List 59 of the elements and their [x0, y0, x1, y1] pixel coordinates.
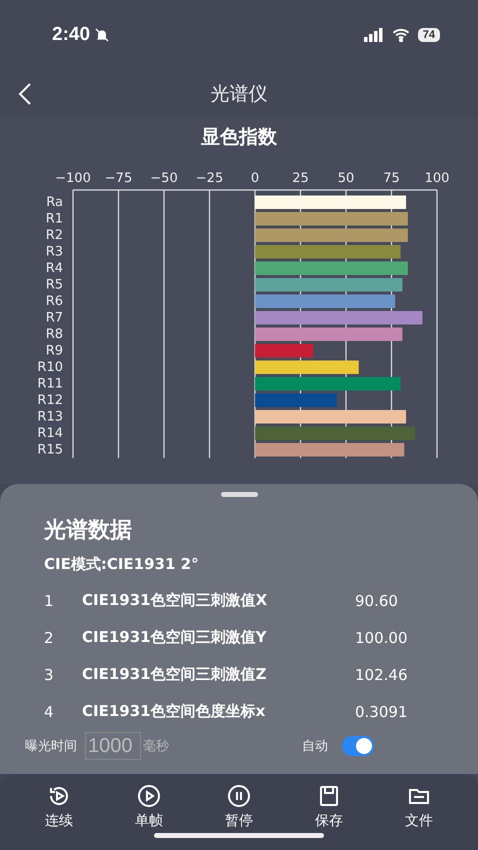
row-value: 100.00: [355, 628, 408, 646]
signal-icon: [364, 28, 384, 42]
sheet-handle[interactable]: [220, 492, 258, 497]
category-label: R4: [46, 261, 63, 276]
category-label: R9: [46, 344, 63, 358]
battery-level: 74: [418, 28, 440, 42]
axis-tick-label: −100: [55, 171, 91, 186]
row-name: CIE1931色空间色度坐标x: [82, 702, 266, 721]
auto-toggle[interactable]: [342, 736, 374, 756]
category-label: R10: [37, 360, 63, 375]
category-label: R2: [46, 228, 63, 243]
category-label: Ra: [46, 195, 63, 210]
nav-title: 光谱仪: [210, 82, 268, 107]
category-label: R14: [37, 426, 63, 441]
category-label: R7: [46, 310, 63, 326]
toolbar-button[interactable]: 保存: [299, 784, 359, 830]
category-label: R3: [46, 244, 63, 260]
sheet-title: 光谱数据: [44, 517, 133, 545]
cie-mode: CIE模式:CIE1931 2°: [44, 555, 200, 574]
row-index: 4: [44, 702, 55, 720]
axis-tick-label: 0: [250, 171, 260, 186]
unit-label: 毫秒: [143, 738, 169, 755]
axis-tick-label: −75: [104, 171, 132, 186]
category-label: R15: [37, 442, 63, 458]
exposure-label: 曝光时间: [25, 738, 77, 755]
status-time: 2:40: [52, 24, 90, 46]
toolbar-button[interactable]: 暂停: [209, 784, 269, 830]
category-label: R8: [46, 327, 63, 342]
category-label: R12: [37, 393, 63, 408]
toolbar-button[interactable]: 文件: [389, 784, 449, 830]
category-label: R5: [46, 278, 63, 292]
bar: [255, 344, 314, 358]
row-name: CIE1931色空间三刺激值Z: [82, 665, 268, 684]
row-value: 90.60: [355, 592, 399, 610]
play-icon: [136, 784, 162, 808]
row-index: 2: [44, 628, 55, 646]
axis-tick-label: −25: [196, 171, 224, 186]
axis-tick-label: 75: [383, 171, 400, 186]
row-name: CIE1931色空间三刺激值Y: [82, 628, 268, 647]
row-index: 3: [44, 666, 55, 684]
toolbar-button[interactable]: 单帧: [119, 784, 179, 830]
chart-title: 显色指数: [201, 125, 277, 150]
row-index: 1: [44, 592, 55, 610]
axis-tick-label: 50: [338, 171, 354, 186]
category-label: R6: [46, 294, 63, 309]
axis-tick-label: 100: [424, 171, 450, 186]
category-label: R11: [37, 376, 63, 392]
axis-tick-label: 25: [292, 171, 309, 186]
back-icon: [18, 82, 32, 106]
toolbar-button[interactable]: 连续: [29, 784, 89, 830]
category-label: R1: [46, 212, 63, 226]
row-value: 0.3091: [355, 702, 408, 720]
axis-tick-label: −50: [150, 171, 178, 186]
pause-icon: [226, 784, 252, 808]
category-label: R13: [37, 410, 63, 424]
row-value: 102.46: [355, 666, 408, 684]
auto-label: 自动: [302, 738, 328, 755]
wifi-icon: [392, 28, 410, 42]
row-name: CIE1931色空间三刺激值X: [82, 591, 268, 610]
